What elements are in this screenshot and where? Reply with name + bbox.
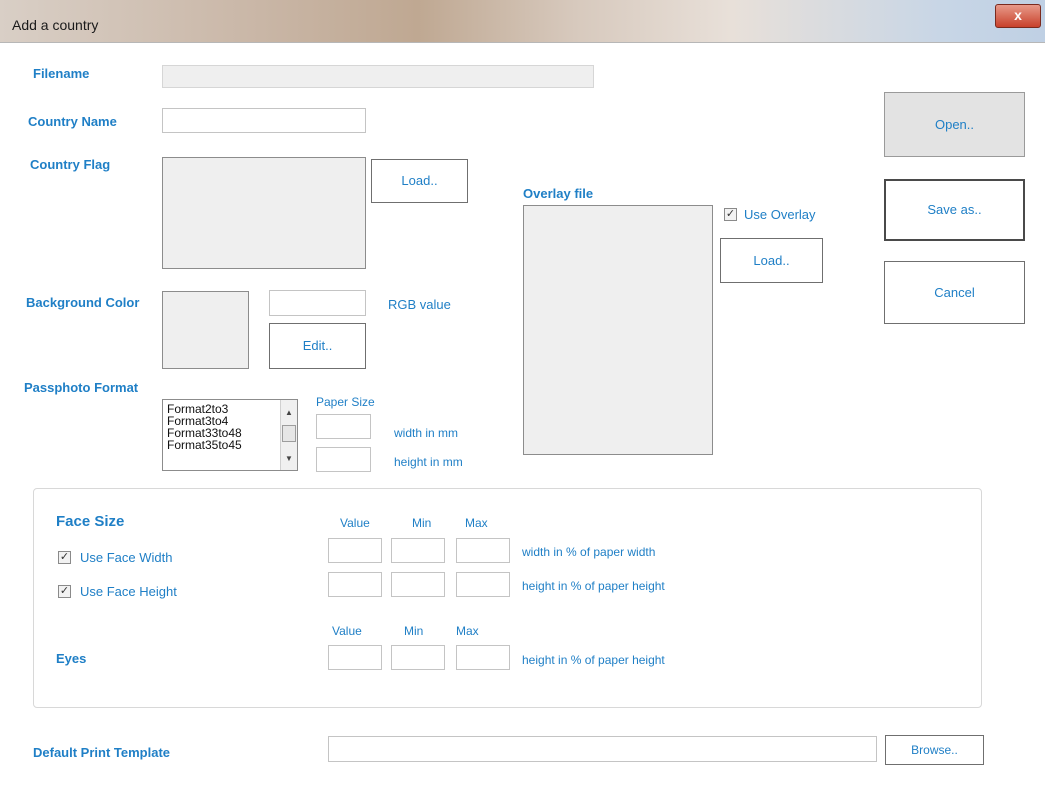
paper-height-unit: height in mm <box>394 455 463 469</box>
use-face-height-label: Use Face Height <box>80 584 177 599</box>
print-template-input[interactable] <box>328 736 877 762</box>
save-as-button[interactable]: Save as.. <box>884 179 1025 241</box>
face-width-desc: width in % of paper width <box>522 545 656 559</box>
eyes-value-header: Value <box>332 624 362 638</box>
eyes-max-input[interactable] <box>456 645 510 670</box>
use-overlay-checkbox[interactable]: ✓ <box>724 208 737 221</box>
window-title: Add a country <box>12 17 99 33</box>
paper-width-input[interactable] <box>316 414 371 439</box>
overlay-preview <box>523 205 713 455</box>
face-width-max-input[interactable] <box>456 538 510 563</box>
face-height-value-input[interactable] <box>328 572 382 597</box>
scroll-thumb[interactable] <box>282 425 296 442</box>
use-face-width-label: Use Face Width <box>80 550 173 565</box>
eyes-min-input[interactable] <box>391 645 445 670</box>
background-color-swatch <box>162 291 249 369</box>
overlay-file-label: Overlay file <box>523 186 594 201</box>
open-button[interactable]: Open.. <box>884 92 1025 157</box>
close-button[interactable]: x <box>995 4 1041 28</box>
eyes-desc: height in % of paper height <box>522 653 665 667</box>
face-width-min-input[interactable] <box>391 538 445 563</box>
face-max-header: Max <box>465 516 488 530</box>
rgb-value-input[interactable] <box>269 290 366 316</box>
eyes-value-input[interactable] <box>328 645 382 670</box>
eyes-max-header: Max <box>456 624 479 638</box>
country-flag-label: Country Flag <box>30 157 111 172</box>
rgb-value-label: RGB value <box>388 297 451 312</box>
eyes-label: Eyes <box>56 651 87 666</box>
face-min-header: Min <box>412 516 432 530</box>
paper-width-unit: width in mm <box>394 426 459 440</box>
passphoto-format-list[interactable]: Format2to3 Format3to4 Format33to48 Forma… <box>162 399 298 471</box>
background-color-label: Background Color <box>26 295 140 310</box>
face-height-min-input[interactable] <box>391 572 445 597</box>
face-size-title: Face Size <box>56 513 125 530</box>
use-face-height-checkbox[interactable]: ✓ <box>58 585 71 598</box>
eyes-min-header: Min <box>404 624 424 638</box>
face-height-max-input[interactable] <box>456 572 510 597</box>
list-scrollbar[interactable]: ▲ ▼ <box>280 400 297 470</box>
edit-color-button[interactable]: Edit.. <box>269 323 366 369</box>
face-width-value-input[interactable] <box>328 538 382 563</box>
face-value-header: Value <box>340 516 370 530</box>
use-overlay-label: Use Overlay <box>744 207 816 222</box>
scroll-up-icon[interactable]: ▲ <box>285 408 293 417</box>
country-flag-preview <box>162 157 366 269</box>
list-item[interactable]: Format35to45 <box>163 439 281 451</box>
paper-height-input[interactable] <box>316 447 371 472</box>
country-name-input[interactable] <box>162 108 366 133</box>
paper-size-label: Paper Size <box>316 395 375 409</box>
browse-button[interactable]: Browse.. <box>885 735 984 765</box>
title-bar[interactable] <box>0 0 1045 43</box>
cancel-button[interactable]: Cancel <box>884 261 1025 324</box>
use-face-width-checkbox[interactable]: ✓ <box>58 551 71 564</box>
scroll-down-icon[interactable]: ▼ <box>285 454 293 463</box>
filename-field[interactable] <box>162 65 594 88</box>
country-name-label: Country Name <box>28 114 117 129</box>
load-flag-button[interactable]: Load.. <box>371 159 468 203</box>
passphoto-format-label: Passphoto Format <box>24 380 139 395</box>
face-height-desc: height in % of paper height <box>522 579 665 593</box>
load-overlay-button[interactable]: Load.. <box>720 238 823 283</box>
print-template-label: Default Print Template <box>33 745 171 760</box>
filename-label: Filename <box>33 66 90 81</box>
